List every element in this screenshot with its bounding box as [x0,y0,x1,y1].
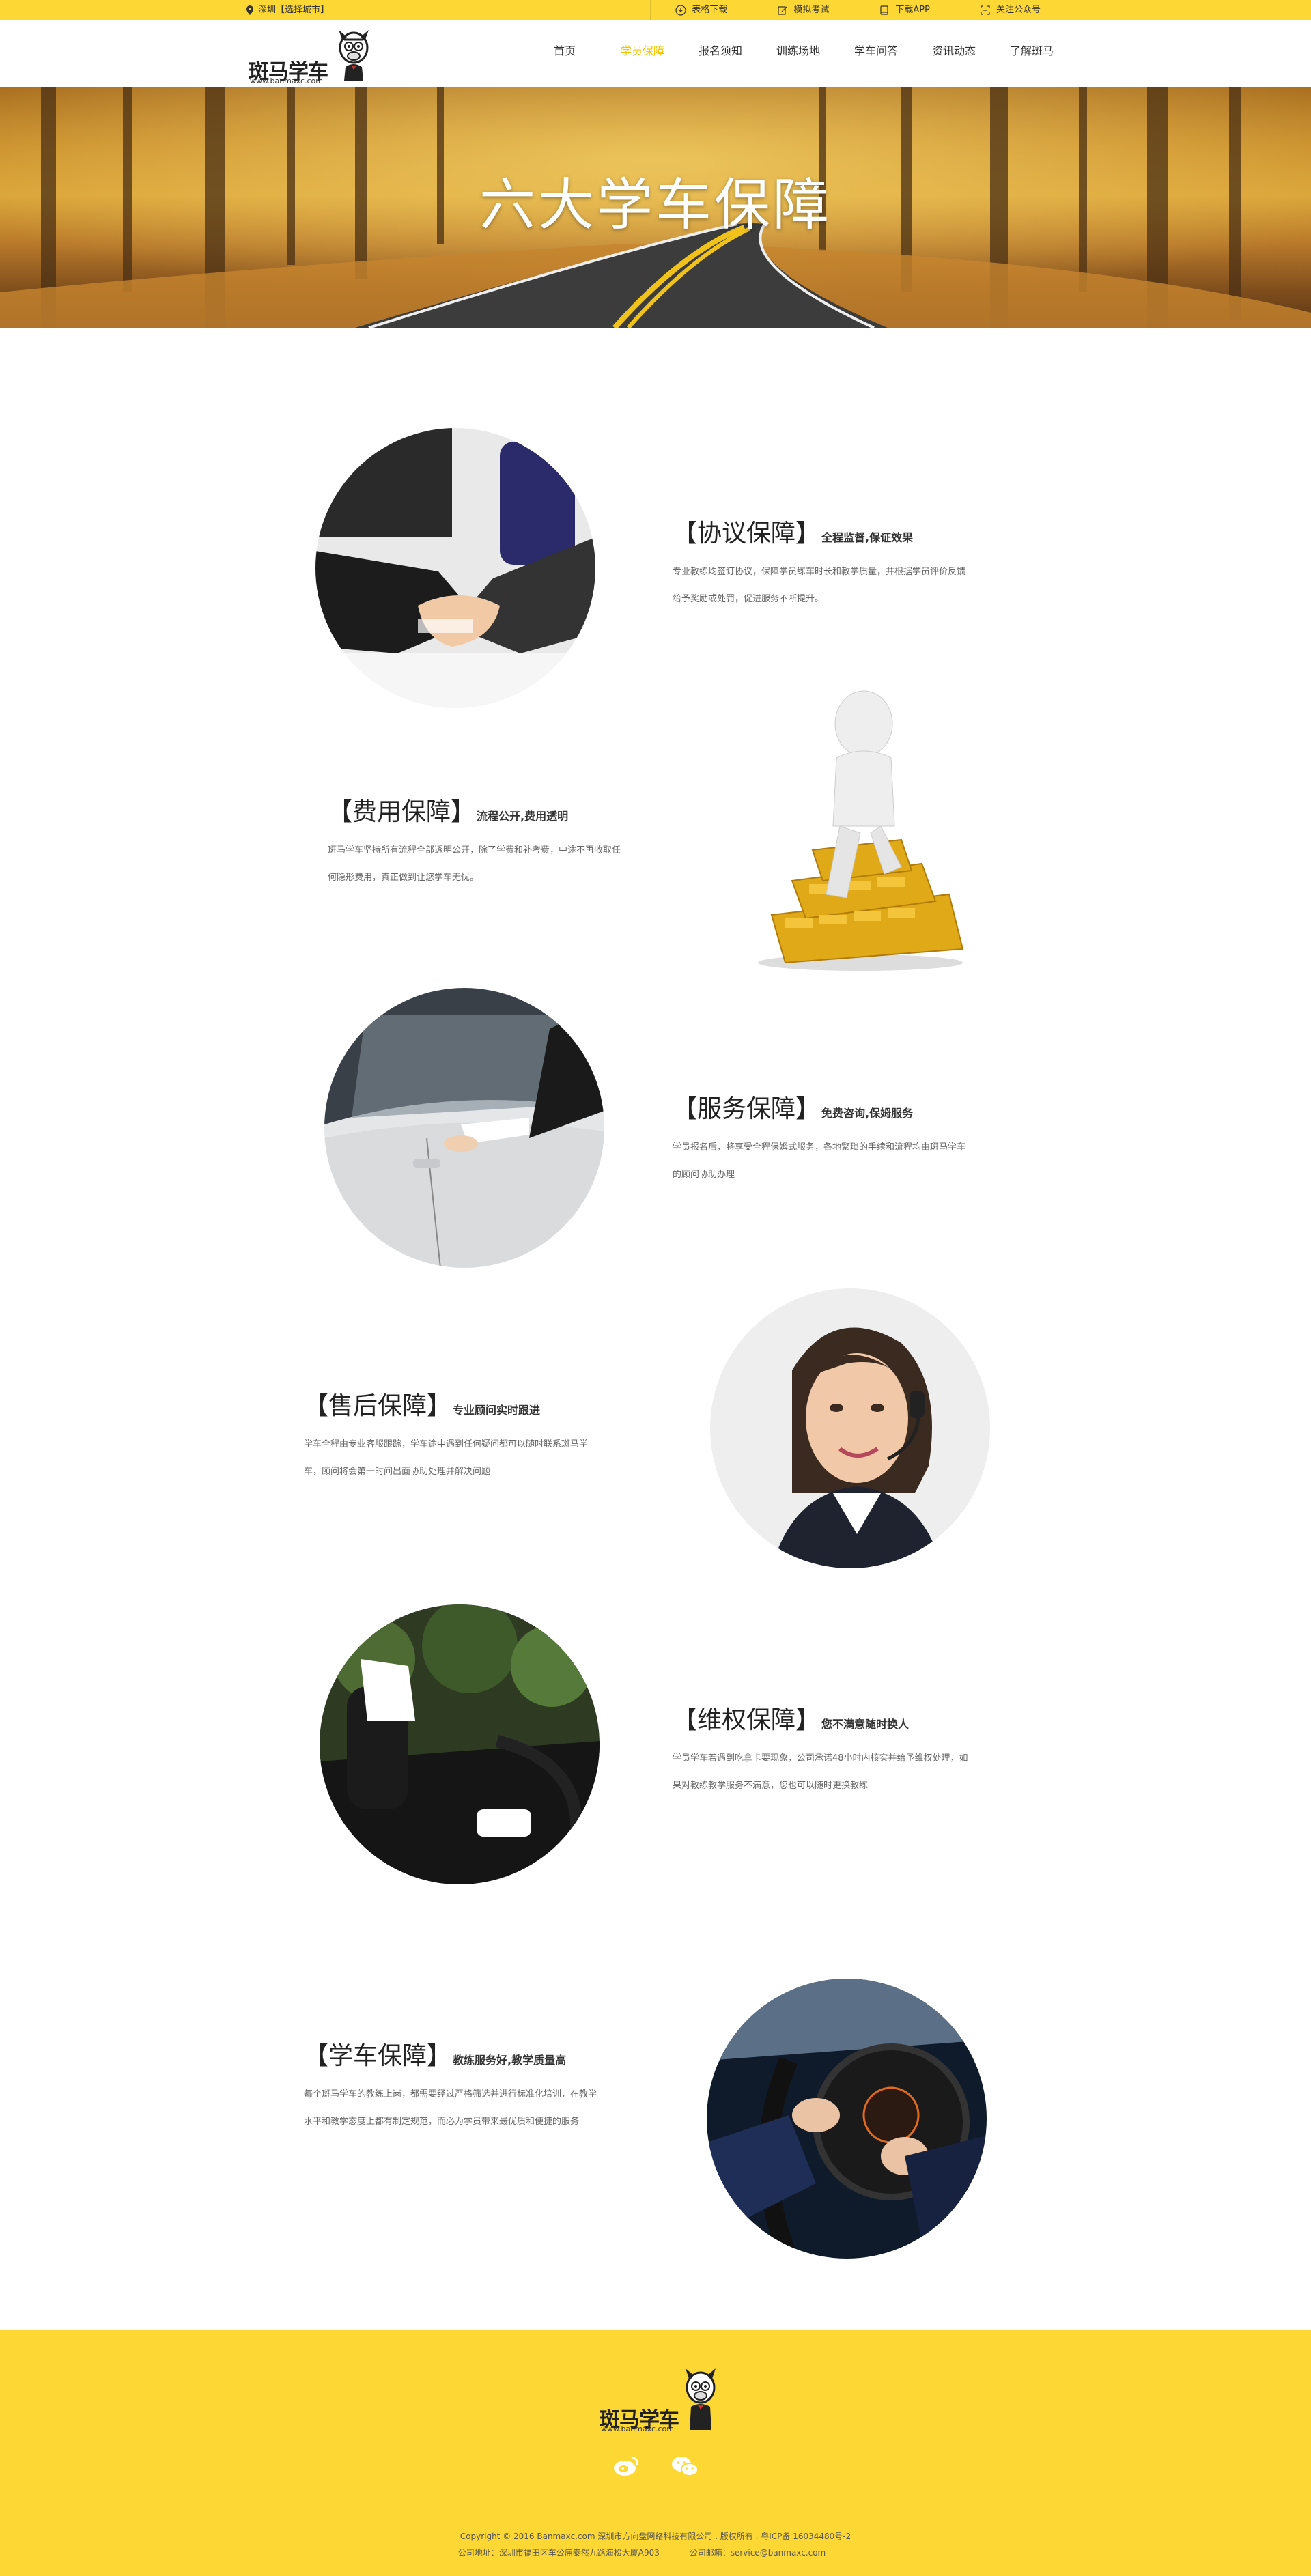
top-link-label: 下载APP [895,5,930,15]
top-link-download-forms[interactable]: 表格下载 [650,0,752,20]
company-email: 公司邮箱：service@banmaxc.com [689,2548,826,2558]
section-agreement: 【协议保障】 全程监督,保证效果 专业教练均签订协议，保障学员练车时长和教学质量，… [673,513,973,613]
section-subtitle: 您不满意随时换人 [821,1718,910,1731]
city-label: 深圳【选择城市】 [258,5,330,15]
top-link-download-app[interactable]: 下载APP [854,0,955,20]
section-subtitle: 全程监督,保证效果 [821,531,914,544]
nav-item-training-ground[interactable]: 训练场地 [759,41,837,61]
location-icon [246,5,253,15]
section-title: 【学车保障】 [304,2042,452,2070]
weibo-icon[interactable] [612,2454,640,2478]
top-link-label: 表格下载 [692,5,728,15]
section-subtitle: 免费咨询,保姆服务 [821,1107,914,1120]
hero-banner: 六大学车保障 [0,87,1311,328]
banner-title: 六大学车保障 [479,173,832,238]
section-desc: 学员报名后，将享受全程保姆式服务，各地繁琐的手续和流程均由斑马学车的顾问协助办理 [673,1142,966,1180]
wechat-icon[interactable] [671,2454,699,2478]
zebra-mascot-icon [339,30,369,81]
main-nav: 首页 学员保障 报名须知 训练场地 学车问答 资讯动态 了解斑马 [526,41,1071,61]
section-desc: 每个斑马学车的教练上岗，都需要经过严格筛选并进行标准化培训，在教学水平和教学态度… [304,2089,597,2127]
footer-copyright: Copyright © 2016 Banmaxc.com 深圳市方向盘网络科技有… [0,2528,1311,2561]
dashboard-driving-image [707,1979,987,2259]
section-title: 【售后保障】 [304,1392,452,1420]
section-subtitle: 教练服务好,教学质量高 [453,2054,567,2067]
section-service: 【服务保障】 免费咨询,保姆服务 学员报名后，将享受全程保姆式服务，各地繁琐的手续… [673,1089,973,1189]
section-desc: 学员学车若遇到吃拿卡要现象，公司承诺48小时内核实并给予维权处理，如果对教练教学… [673,1753,968,1791]
download-icon [675,5,686,16]
section-title: 【维权保障】 [673,1706,821,1734]
section-title: 【费用保障】 [328,798,476,826]
edit-icon [778,6,787,15]
top-link-label: 模拟考试 [793,5,830,15]
company-address: 公司地址：深圳市福田区车公庙泰然九路海松大厦A903 [457,2548,660,2558]
site-footer: 斑马学车 www.banmaxc.com Copyright © 2016 Ba… [0,2330,1311,2576]
section-after-sales: 【售后保障】 专业顾问实时跟进 学车全程由专业客服跟踪，学车途中遇到任何疑问都可以… [304,1386,604,1486]
steering-wheel-gloves-image [320,1604,600,1884]
section-subtitle: 流程公开,费用透明 [477,810,569,823]
top-link-label: 关注公众号 [996,5,1041,15]
nav-item-about[interactable]: 了解斑马 [993,41,1071,61]
qrcode-icon [981,5,990,15]
section-rights: 【维权保障】 您不满意随时换人 学员学车若遇到吃拿卡要现象，公司承诺48小时内核实… [673,1700,973,1800]
section-learning: 【学车保障】 教练服务好,教学质量高 每个斑马学车的教练上岗，都需要经过严格筛选并… [304,2036,604,2136]
section-title: 【服务保障】 [673,1095,821,1123]
gold-bars-figure-image [744,690,990,976]
top-bar: 深圳【选择城市】 表格下载 模拟考试 下载APP 关注公众号 [0,0,1311,20]
nav-item-home[interactable]: 首页 [526,41,604,61]
social-links [0,2454,1311,2478]
nav-item-registration[interactable]: 报名须知 [681,41,759,61]
section-desc: 专业教练均签订协议，保障学员练车时长和教学质量，并根据学员评价反馈给予奖励或处罚… [673,567,966,604]
city-selector[interactable]: 深圳【选择城市】 [246,0,329,20]
handshake-image [315,428,595,708]
top-link-follow-wechat[interactable]: 关注公众号 [954,0,1065,20]
nav-item-qa[interactable]: 学车问答 [837,41,915,61]
footer-logo[interactable]: 斑马学车 www.banmaxc.com [600,2364,722,2439]
top-link-mock-exam[interactable]: 模拟考试 [752,0,854,20]
logo-url: www.banmaxc.com [250,76,323,85]
nav-item-student-guarantee[interactable]: 学员保障 [604,41,681,61]
section-subtitle: 专业顾问实时跟进 [453,1404,541,1417]
phone-icon [880,5,889,15]
customer-service-image [710,1288,990,1568]
site-logo[interactable]: 斑马学车 www.banmaxc.com [246,27,382,85]
section-title: 【协议保障】 [673,520,821,548]
section-desc: 学车全程由专业客服跟踪，学车途中遇到任何疑问都可以随时联系斑马学车，顾问将会第一… [304,1439,589,1477]
section-desc: 斑马学车坚持所有流程全部透明公开，除了学费和补考费，中途不再收取任何隐形费用，真… [328,845,621,883]
nav-item-news[interactable]: 资讯动态 [915,41,993,61]
top-links: 表格下载 模拟考试 下载APP 关注公众号 [650,0,1065,20]
section-fees: 【费用保障】 流程公开,费用透明 斑马学车坚持所有流程全部透明公开，除了学费和补考… [328,792,628,892]
site-header: 斑马学车 www.banmaxc.com 首页 学员保障 报名须知 训练场地 学… [0,20,1311,87]
car-door-image [324,988,604,1268]
copyright-text: Copyright © 2016 Banmaxc.com 深圳市方向盘网络科技有… [460,2532,851,2541]
footer-logo-url: www.banmaxc.com [601,2424,674,2433]
zebra-mascot-icon [686,2368,716,2430]
